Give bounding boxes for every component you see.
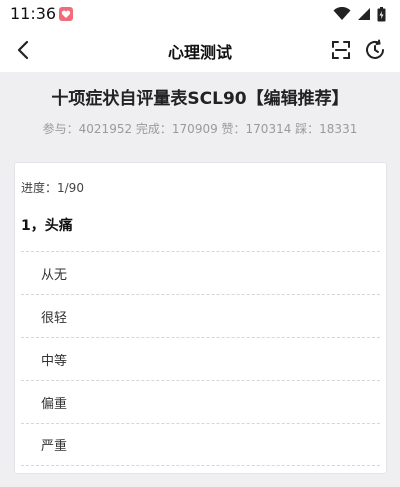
status-time: 11:36 xyxy=(10,4,57,23)
battery-icon xyxy=(377,6,386,22)
question-card: 进度：1/90 1，头痛 从无 很轻 中等 偏重 严重 xyxy=(14,162,387,474)
test-stats: 参与：4021952 完成：170909 赞：170314 踩：18331 xyxy=(42,122,358,136)
status-bar: 11:36 xyxy=(0,0,400,28)
signal-icon xyxy=(357,7,371,21)
wifi-icon xyxy=(333,7,351,21)
test-header: 十项症状自评量表SCL90【编辑推荐】 参与：4021952 完成：170909… xyxy=(0,72,400,150)
option-never[interactable]: 从无 xyxy=(21,251,380,294)
answer-options: 从无 很轻 中等 偏重 严重 xyxy=(21,251,380,466)
progress-label: 进度：1/90 xyxy=(21,181,84,195)
option-severe[interactable]: 严重 xyxy=(21,423,380,466)
question-text: 1，头痛 xyxy=(21,218,73,234)
notification-icon xyxy=(58,6,74,22)
option-moderate[interactable]: 中等 xyxy=(21,337,380,380)
option-fairly-severe[interactable]: 偏重 xyxy=(21,380,380,423)
option-mild[interactable]: 很轻 xyxy=(21,294,380,337)
scan-icon[interactable] xyxy=(330,39,352,61)
title-bar: 心理测试 xyxy=(0,28,400,72)
test-title: 十项症状自评量表SCL90【编辑推荐】 xyxy=(51,89,349,109)
system-icons xyxy=(333,5,386,23)
history-icon[interactable] xyxy=(364,39,386,61)
